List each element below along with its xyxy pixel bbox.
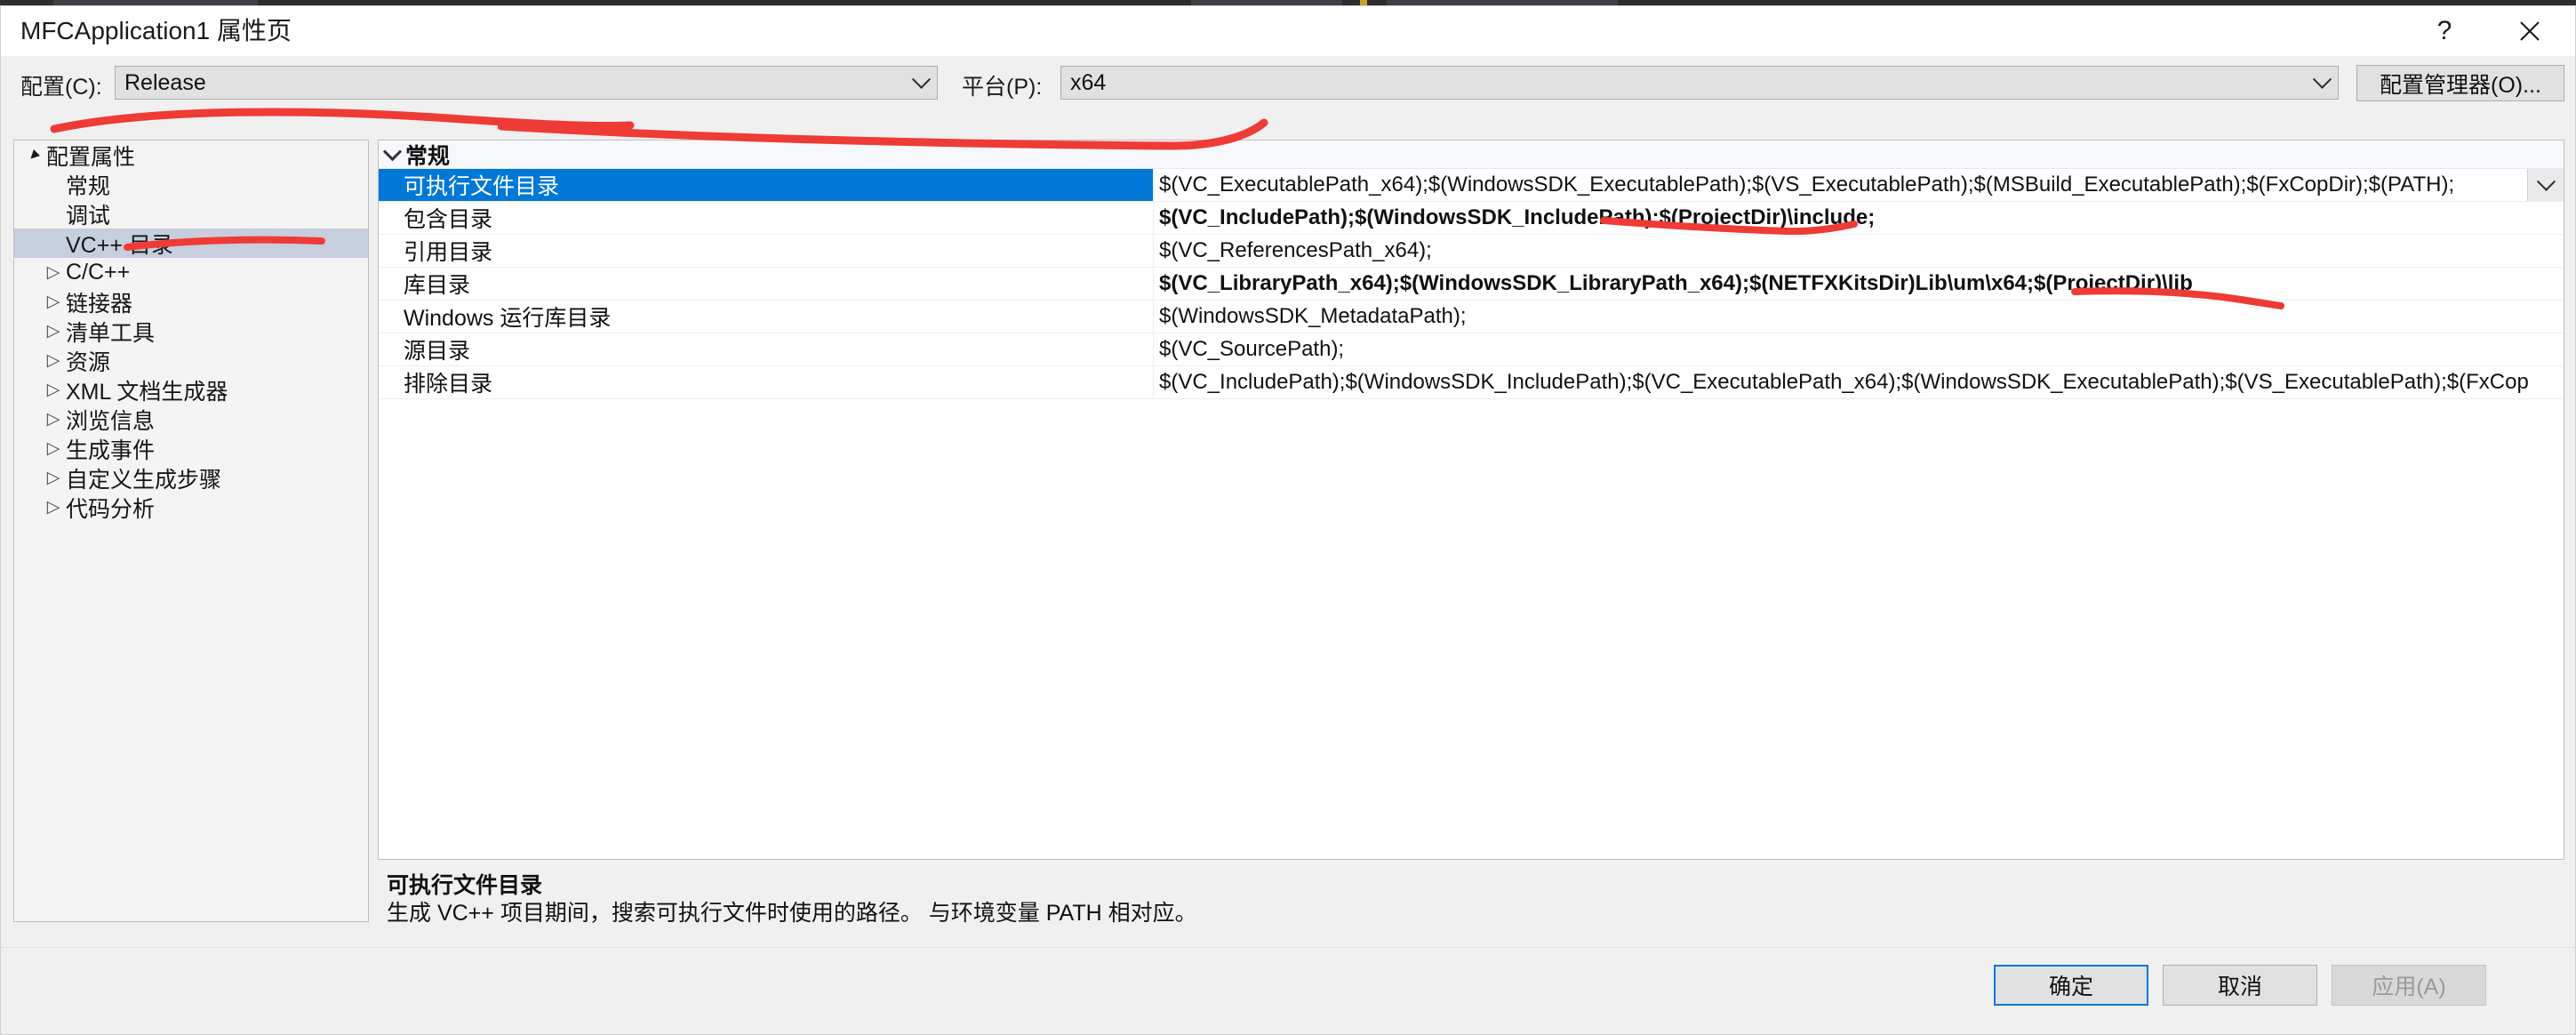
tree-item-8[interactable]: ▷ XML 文档生成器 bbox=[14, 375, 368, 405]
property-value[interactable]: $(VC_IncludePath);$(WindowsSDK_IncludePa… bbox=[1153, 366, 2564, 398]
chevron-down-icon[interactable] bbox=[379, 142, 405, 162]
property-row[interactable]: 排除目录 $(VC_IncludePath);$(WindowsSDK_Inclu… bbox=[379, 366, 2564, 399]
property-value[interactable]: $(VC_ReferencesPath_x64); bbox=[1153, 235, 2564, 267]
property-name: 库目录 bbox=[404, 273, 471, 298]
ok-button[interactable]: 确定 bbox=[1994, 965, 2148, 1006]
tree-item-2[interactable]: 调试 bbox=[14, 199, 368, 229]
expander-closed-icon[interactable]: ▷ bbox=[41, 381, 66, 398]
tree-item-0[interactable]: ▼ 配置属性 bbox=[14, 140, 368, 170]
tree-item-label: VC++ 目录 bbox=[66, 232, 173, 258]
expander-closed-icon[interactable]: ▷ bbox=[41, 411, 66, 428]
tree-item-11[interactable]: ▷ 自定义生成步骤 bbox=[14, 463, 368, 493]
expander-open-icon[interactable]: ▼ bbox=[21, 144, 46, 166]
tree-item-label: 浏览信息 bbox=[66, 408, 156, 434]
tree-item-label: 生成事件 bbox=[66, 437, 156, 463]
tree-item-label: 清单工具 bbox=[66, 320, 156, 346]
expander-closed-icon[interactable]: ▷ bbox=[41, 469, 66, 486]
property-value[interactable]: $(VC_IncludePath);$(WindowsSDK_IncludePa… bbox=[1153, 202, 2564, 234]
close-icon[interactable] bbox=[2492, 6, 2568, 55]
help-icon[interactable]: ? bbox=[2406, 6, 2483, 55]
property-row[interactable]: 可执行文件目录 $(VC_ExecutablePath_x64);$(Window… bbox=[379, 169, 2564, 202]
tree-item-label: XML 文档生成器 bbox=[66, 379, 228, 405]
chevron-down-icon[interactable] bbox=[905, 67, 937, 99]
tree-item-label: 配置属性 bbox=[46, 144, 136, 170]
property-row[interactable]: 库目录 $(VC_LibraryPath_x64);$(WindowsSDK_Li… bbox=[379, 268, 2564, 301]
tree-item-1[interactable]: 常规 bbox=[14, 170, 368, 199]
configuration-value: Release bbox=[124, 69, 206, 95]
cancel-button[interactable]: 取消 bbox=[2163, 965, 2317, 1006]
property-name: Windows 运行库目录 bbox=[404, 306, 612, 331]
property-value[interactable]: $(VC_SourcePath); bbox=[1153, 333, 2564, 365]
property-group-header[interactable]: 常规 bbox=[379, 140, 2564, 169]
expander-closed-icon[interactable]: ▷ bbox=[41, 352, 66, 369]
chevron-down-icon[interactable] bbox=[2306, 67, 2338, 99]
property-value[interactable]: $(VC_LibraryPath_x64);$(WindowsSDK_Libra… bbox=[1153, 268, 2564, 300]
property-grid[interactable]: 常规 可执行文件目录 $(VC_ExecutablePath_x64);$(Win… bbox=[378, 140, 2564, 860]
expander-closed-icon[interactable]: ▷ bbox=[41, 440, 66, 457]
property-row[interactable]: 包含目录 $(VC_IncludePath);$(WindowsSDK_Inclu… bbox=[379, 202, 2564, 235]
tree-item-12[interactable]: ▷ 代码分析 bbox=[14, 493, 368, 522]
tree-item-label: 常规 bbox=[66, 173, 111, 199]
configuration-label: 配置(C): bbox=[20, 75, 102, 100]
expander-closed-icon[interactable]: ▷ bbox=[41, 323, 66, 340]
property-row[interactable]: Windows 运行库目录 $(WindowsSDK_MetadataPath); bbox=[379, 301, 2564, 333]
property-row[interactable]: 引用目录 $(VC_ReferencesPath_x64); bbox=[379, 235, 2564, 268]
tree-item-label: 资源 bbox=[66, 349, 111, 375]
dialog-title: MFCApplication1 属性页 bbox=[20, 17, 292, 44]
tree-item-6[interactable]: ▷ 清单工具 bbox=[14, 317, 368, 346]
property-name: 源目录 bbox=[404, 339, 471, 364]
tree-item-5[interactable]: ▷ 链接器 bbox=[14, 287, 368, 317]
tree-item-3[interactable]: VC++ 目录 bbox=[14, 229, 368, 258]
property-group-label: 常规 bbox=[405, 143, 451, 169]
property-name: 引用目录 bbox=[404, 240, 493, 265]
expander-closed-icon[interactable]: ▷ bbox=[41, 264, 66, 281]
configuration-bar: 配置(C): Release 平台(P): x64 配置管理器(O)... bbox=[1, 55, 2575, 111]
property-name: 可执行文件目录 bbox=[379, 169, 1153, 201]
expander-closed-icon[interactable]: ▷ bbox=[41, 293, 66, 310]
tree-item-label: 代码分析 bbox=[66, 496, 156, 522]
expander-closed-icon[interactable]: ▷ bbox=[41, 499, 66, 516]
property-name: 包含目录 bbox=[404, 207, 493, 232]
property-value-dropdown-icon[interactable] bbox=[2527, 169, 2564, 201]
platform-value: x64 bbox=[1070, 69, 1107, 95]
tree-item-label: 链接器 bbox=[66, 291, 133, 317]
config-manager-button[interactable]: 配置管理器(O)... bbox=[2356, 65, 2564, 101]
platform-select[interactable]: x64 bbox=[1060, 66, 2339, 100]
property-value[interactable]: $(WindowsSDK_MetadataPath); bbox=[1153, 301, 2564, 333]
dialog-titlebar: MFCApplication1 属性页 ? bbox=[1, 6, 2575, 56]
property-name: 排除目录 bbox=[404, 372, 493, 397]
tree-item-9[interactable]: ▷ 浏览信息 bbox=[14, 405, 368, 434]
property-row[interactable]: 源目录 $(VC_SourcePath); bbox=[379, 333, 2564, 366]
configuration-select[interactable]: Release bbox=[115, 66, 938, 100]
tree-item-label: C/C++ bbox=[66, 260, 131, 285]
property-description: 可执行文件目录 生成 VC++ 项目期间，搜索可执行文件时使用的路径。 与环境变… bbox=[378, 871, 2564, 926]
tree-item-10[interactable]: ▷ 生成事件 bbox=[14, 434, 368, 463]
description-title: 可执行文件目录 bbox=[387, 873, 543, 898]
tree-item-7[interactable]: ▷ 资源 bbox=[14, 346, 368, 375]
footer-divider bbox=[1, 947, 2575, 948]
property-pages-dialog: MFCApplication1 属性页 ? 配置(C): Release 平台(… bbox=[0, 5, 2576, 1035]
apply-button: 应用(A) bbox=[2332, 965, 2486, 1006]
tree-item-label: 调试 bbox=[66, 203, 111, 229]
platform-label: 平台(P): bbox=[962, 75, 1043, 100]
tree-item-label: 自定义生成步骤 bbox=[66, 467, 222, 493]
description-body: 生成 VC++ 项目期间，搜索可执行文件时使用的路径。 与环境变量 PATH 相… bbox=[387, 901, 1197, 926]
tree-item-4[interactable]: ▷ C/C++ bbox=[14, 258, 368, 287]
configuration-tree[interactable]: ▼ 配置属性 常规 调试 VC++ 目录 ▷ C/C++ ▷ 链接器 ▷ 清单工具 ▷ 资源 ▷ XML 文… bbox=[13, 140, 369, 922]
property-value[interactable]: $(VC_ExecutablePath_x64);$(WindowsSDK_Ex… bbox=[1153, 169, 2564, 201]
